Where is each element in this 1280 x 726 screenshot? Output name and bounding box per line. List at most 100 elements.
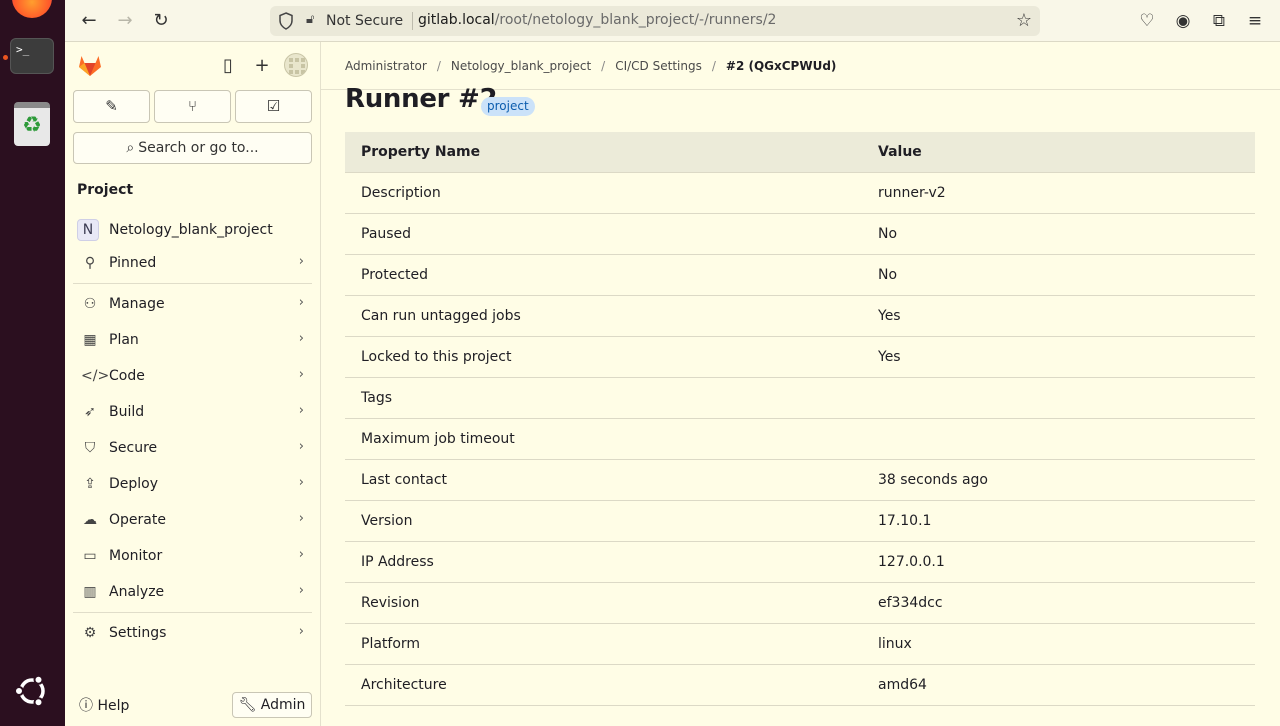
breadcrumb: Administrator / Netology_blank_project /…: [345, 59, 836, 73]
property-value-cell: amd64: [878, 677, 927, 693]
issues-button[interactable]: ✎: [73, 90, 150, 123]
chevron-right-icon: ›: [298, 403, 304, 418]
sidebar-item-secure[interactable]: ⛉ Secure ›: [73, 433, 312, 463]
property-name-cell: Revision: [361, 595, 420, 611]
property-value-cell: 17.10.1: [878, 513, 932, 529]
table-row: Paused No: [345, 214, 1255, 255]
property-value-cell: No: [878, 267, 898, 283]
table-body: Description runner-v2 Paused No Protected No C…: [345, 173, 1255, 706]
sidebar-section-heading: Project: [77, 182, 134, 198]
page-title: Runner #2: [345, 84, 498, 114]
avatar[interactable]: [284, 53, 308, 77]
sidebar-item-label: Deploy: [109, 476, 159, 492]
chart-icon: ▥: [83, 584, 97, 600]
running-indicator: [3, 55, 8, 60]
runner-properties-table: Property Name Value Description runner-v2…: [345, 132, 1255, 706]
url-host: gitlab.local: [418, 12, 495, 28]
users-icon: ⚇: [83, 296, 97, 312]
firefox-icon[interactable]: [12, 0, 52, 18]
sidebar-item-label: Operate: [109, 512, 166, 528]
property-value-cell: ef334dcc: [878, 595, 943, 611]
property-name-cell: Description: [361, 185, 441, 201]
column-header-property: Property Name: [361, 144, 481, 160]
property-name-cell: Paused: [361, 226, 412, 242]
property-name-cell: Architecture: [361, 677, 447, 693]
breadcrumb-item[interactable]: CI/CD Settings: [615, 59, 702, 73]
ubuntu-logo-icon[interactable]: [13, 672, 51, 710]
status-badge: project: [481, 97, 535, 116]
sidebar: ▯ + ✎ ⑂ ☑ ⌕ Search or go to... Project N …: [65, 42, 321, 726]
property-name-cell: Last contact: [361, 472, 448, 488]
sidebar-project-link[interactable]: N Netology_blank_project: [77, 218, 273, 242]
trash-icon[interactable]: ♻: [14, 102, 50, 146]
sidebar-item-code[interactable]: </> Code ›: [73, 361, 312, 391]
chevron-right-icon: ›: [298, 547, 304, 562]
pocket-icon[interactable]: ♡: [1136, 10, 1158, 32]
todos-button[interactable]: ☑: [235, 90, 312, 123]
breadcrumb-separator: /: [711, 59, 716, 73]
bookmark-star-icon[interactable]: ☆: [1016, 10, 1032, 31]
sidebar-item-label: Plan: [109, 332, 139, 348]
extensions-icon[interactable]: ⧉: [1208, 10, 1230, 32]
calendar-icon: ▦: [83, 332, 97, 348]
sidebar-item-analyze[interactable]: ▥ Analyze ›: [73, 577, 312, 607]
create-new-icon[interactable]: +: [251, 55, 273, 77]
property-value-cell: linux: [878, 636, 912, 652]
sidebar-item-monitor[interactable]: ▭ Monitor ›: [73, 541, 312, 571]
sidebar-item-label: Manage: [109, 296, 165, 312]
shield-icon[interactable]: [278, 12, 294, 30]
sidebar-item-plan[interactable]: ▦ Plan ›: [73, 325, 312, 355]
insecure-lock-icon[interactable]: 🔓︎: [306, 12, 314, 27]
monitor-icon: ▭: [83, 548, 97, 564]
sidebar-item-deploy[interactable]: ⇪ Deploy ›: [73, 469, 312, 499]
sidebar-item-build[interactable]: ➶ Build ›: [73, 397, 312, 427]
gitlab-logo-icon[interactable]: [77, 52, 103, 78]
forward-icon[interactable]: →: [113, 9, 137, 33]
address-bar[interactable]: 🔓︎ Not Secure gitlab.local/root/netology…: [270, 6, 1040, 36]
breadcrumb-current[interactable]: #2 (QGxCPWUd): [726, 59, 837, 73]
help-button[interactable]: ⓘ Help: [79, 695, 129, 715]
breadcrumb-item[interactable]: Netology_blank_project: [451, 59, 591, 73]
wrench-icon: 🔧︎: [238, 697, 257, 713]
sidebar-item-operate[interactable]: ☁ Operate ›: [73, 505, 312, 535]
sidebar-item-pinned[interactable]: ⚲ Pinned ›: [73, 248, 312, 278]
property-value-cell: No: [878, 226, 898, 242]
table-row: Protected No: [345, 255, 1255, 296]
property-value-cell: runner-v2: [878, 185, 946, 201]
ubuntu-dock: >_ ♻: [0, 0, 65, 726]
account-icon[interactable]: ◉: [1172, 10, 1194, 32]
property-name-cell: Platform: [361, 636, 421, 652]
property-name-cell: IP Address: [361, 554, 434, 570]
sidebar-item-label: Analyze: [109, 584, 165, 600]
sidebar-toggle-icon[interactable]: ▯: [217, 55, 239, 77]
sidebar-item-settings[interactable]: ⚙ Settings ›: [73, 618, 312, 648]
shield-icon: ⛉: [84, 440, 96, 456]
chevron-right-icon: ›: [298, 254, 304, 269]
back-icon[interactable]: ←: [77, 9, 101, 33]
terminal-icon[interactable]: >_: [10, 38, 54, 74]
admin-button[interactable]: 🔧︎ Admin: [232, 692, 312, 718]
property-value-cell: 127.0.0.1: [878, 554, 945, 570]
security-label[interactable]: Not Secure: [326, 13, 403, 29]
project-name: Netology_blank_project: [109, 222, 273, 238]
reload-icon[interactable]: ↻: [149, 9, 173, 33]
property-value-cell: 38 seconds ago: [878, 472, 988, 488]
chevron-right-icon: ›: [298, 475, 304, 490]
table-row: Platform linux: [345, 624, 1255, 665]
todo-icon: ☑: [266, 97, 281, 115]
column-header-value: Value: [878, 144, 922, 160]
sidebar-item-manage[interactable]: ⚇ Manage ›: [73, 289, 312, 319]
breadcrumb-separator: /: [436, 59, 441, 73]
table-row: Tags: [345, 378, 1255, 419]
search-button[interactable]: ⌕ Search or go to...: [73, 132, 312, 164]
chevron-right-icon: ›: [298, 439, 304, 454]
deploy-icon: ⇪: [84, 476, 96, 492]
merge-requests-button[interactable]: ⑂: [154, 90, 231, 123]
table-row: Architecture amd64: [345, 665, 1255, 706]
url-text[interactable]: gitlab.local/root/netology_blank_project…: [418, 12, 776, 28]
property-name-cell: Tags: [361, 390, 392, 406]
sidebar-item-label: Build: [109, 404, 145, 420]
menu-icon[interactable]: ≡: [1244, 10, 1266, 32]
merge-request-icon: ⑂: [187, 97, 197, 115]
breadcrumb-item[interactable]: Administrator: [345, 59, 427, 73]
